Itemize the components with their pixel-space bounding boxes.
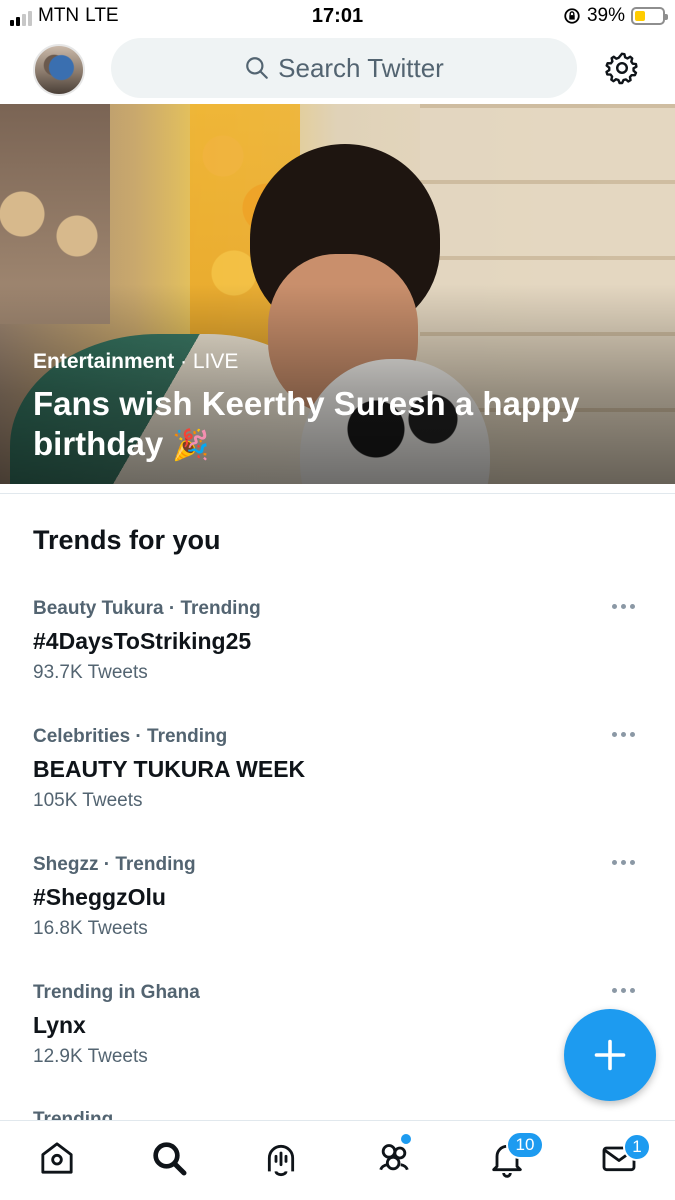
trend-name: BEAUTY TUKURA WEEK — [33, 756, 306, 782]
trend-item[interactable]: Beauty Tukura · Trending #4DaysToStrikin… — [0, 598, 675, 726]
trend-name: #4DaysToStriking25 — [33, 628, 252, 654]
tab-communities[interactable] — [374, 1138, 414, 1178]
avatar[interactable] — [33, 44, 85, 96]
trend-context: Shegzz · Trending — [33, 854, 196, 875]
notifications-badge: 10 — [506, 1131, 544, 1159]
spaces-icon — [267, 1145, 295, 1177]
home-icon — [41, 1142, 73, 1174]
rotation-lock-icon — [564, 8, 580, 24]
status-bar: MTN LTE 17:01 39% — [0, 0, 675, 34]
more-icon[interactable] — [612, 600, 642, 612]
hero-meta: Entertainment · LIVE — [33, 350, 239, 373]
messages-badge: 1 — [623, 1133, 651, 1161]
top-bar: Search Twitter — [0, 34, 675, 104]
trend-item[interactable]: Celebrities · Trending BEAUTY TUKURA WEE… — [0, 726, 675, 854]
hero-title: Fans wish Keerthy Suresh a happy birthda… — [33, 384, 633, 466]
battery-icon — [631, 7, 668, 25]
tab-search[interactable] — [149, 1138, 189, 1178]
trend-count: 16.8K Tweets — [33, 918, 148, 939]
tab-home[interactable] — [37, 1138, 77, 1178]
party-popper-icon: 🎉 — [172, 429, 210, 462]
trend-item[interactable]: Shegzz · Trending #SheggzOlu 16.8K Tweet… — [0, 854, 675, 982]
hero-live: LIVE — [192, 350, 239, 373]
tab-bar — [0, 1120, 675, 1200]
gear-icon[interactable] — [604, 50, 640, 86]
compose-tweet-button[interactable] — [564, 1009, 656, 1101]
search-placeholder: Search Twitter — [278, 52, 444, 83]
battery-fill — [635, 11, 645, 21]
battery-percent: 39% — [586, 5, 625, 26]
trend-context: Beauty Tukura · Trending — [33, 598, 261, 619]
hero-category: Entertainment — [33, 350, 175, 373]
trend-name: Lynx — [33, 1012, 86, 1038]
trend-count: 12.9K Tweets — [33, 1046, 148, 1067]
plus-icon — [594, 1039, 626, 1071]
more-icon[interactable] — [612, 728, 642, 740]
status-right: 39% — [563, 5, 668, 27]
trend-context: Celebrities · Trending — [33, 726, 228, 747]
more-icon[interactable] — [612, 984, 642, 996]
trend-context-partial: Trending — [33, 1110, 113, 1120]
divider — [0, 493, 675, 494]
more-icon[interactable] — [612, 856, 642, 868]
section-title: Trends for you — [33, 525, 221, 555]
search-icon — [246, 57, 268, 79]
communities-icon — [379, 1144, 409, 1171]
tab-spaces[interactable] — [261, 1138, 301, 1178]
communities-indicator-dot — [401, 1134, 411, 1144]
trend-context: Trending in Ghana — [33, 982, 200, 1003]
trend-count: 105K Tweets — [33, 790, 143, 811]
search-input[interactable]: Search Twitter — [111, 38, 577, 98]
trend-name: #SheggzOlu — [33, 884, 166, 910]
hero-story[interactable]: Entertainment · LIVE Fans wish Keerthy S… — [0, 104, 675, 484]
search-icon — [153, 1142, 187, 1176]
trend-count: 93.7K Tweets — [33, 662, 148, 683]
